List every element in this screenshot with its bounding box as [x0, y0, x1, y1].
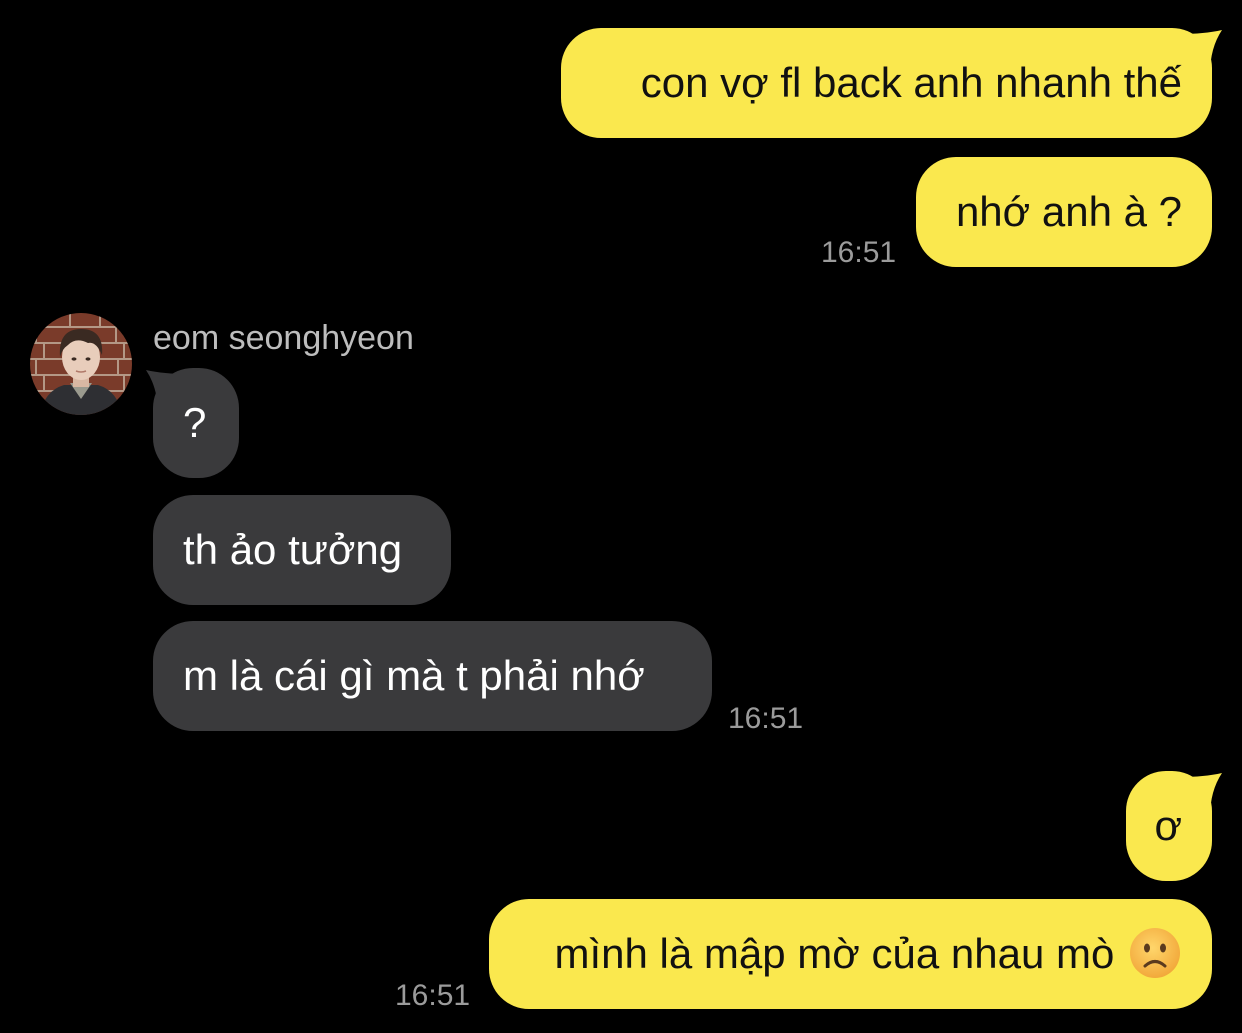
message-timestamp: 16:51 — [821, 236, 897, 269]
incoming-message-bubble[interactable]: ? — [153, 368, 239, 478]
contact-avatar[interactable] — [30, 313, 132, 415]
incoming-message-bubble[interactable]: th ảo tưởng — [153, 495, 451, 605]
message-timestamp: 16:51 — [395, 979, 471, 1012]
message-text: mình là mập mờ của nhau mò — [554, 930, 1115, 977]
message-text: con vợ fl back anh nhanh thế — [640, 59, 1182, 106]
incoming-message-bubble[interactable]: m là cái gì mà t phải nhớ — [153, 621, 712, 731]
message-text: th ảo tưởng — [183, 526, 403, 573]
message-text: ? — [183, 399, 207, 446]
message-text: nhớ anh à ? — [955, 188, 1182, 235]
message-timestamp: 16:51 — [728, 702, 804, 735]
outgoing-message-bubble[interactable]: ơ — [1126, 771, 1212, 881]
outgoing-message-bubble[interactable]: nhớ anh à ? — [916, 157, 1212, 267]
sender-name: eom seonghyeon — [153, 319, 414, 357]
frowning-face-icon — [1130, 927, 1180, 978]
avatar-photo-icon — [30, 313, 132, 415]
message-text: ơ — [1154, 802, 1182, 849]
outgoing-message-bubble[interactable]: con vợ fl back anh nhanh thế — [561, 28, 1212, 138]
message-text: m là cái gì mà t phải nhớ — [183, 652, 645, 699]
outgoing-message-bubble[interactable]: mình là mập mờ của nhau mò — [489, 899, 1212, 1009]
